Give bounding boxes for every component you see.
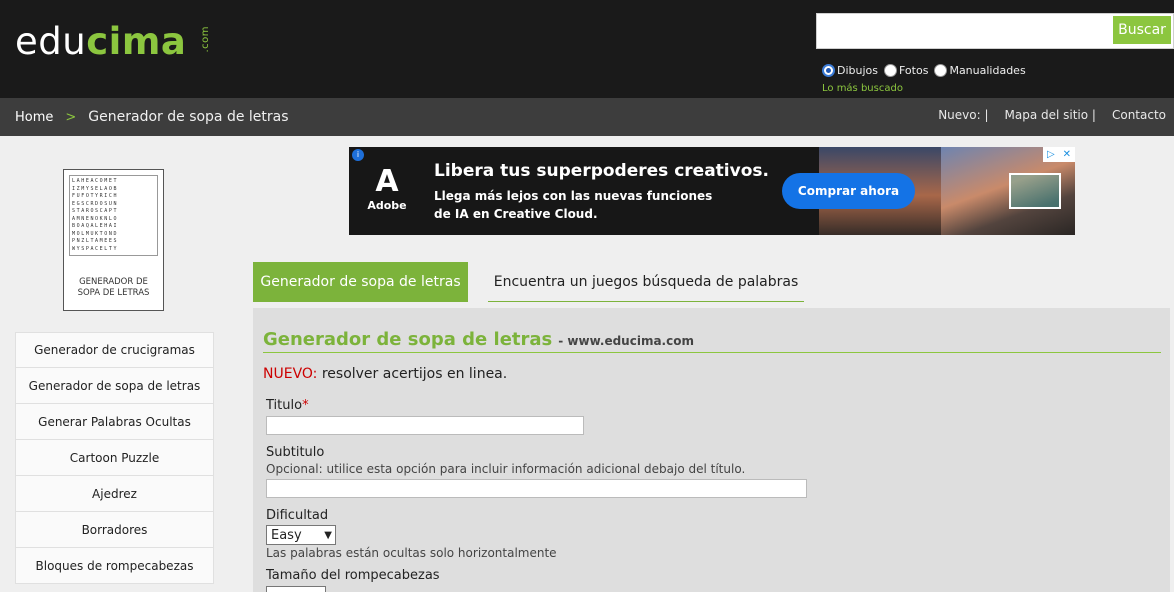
- search-input[interactable]: [821, 20, 1111, 42]
- dificultad-select[interactable]: Easy ▼: [266, 525, 336, 545]
- adobe-logo-text: Adobe: [367, 199, 407, 212]
- tamano-label: Tamaño del rompecabezas: [266, 568, 440, 583]
- thumb-row: IZMYSELAOB: [72, 185, 119, 192]
- wordsearch-thumbnail[interactable]: LAHEACOMET IZMYSELAOB FUFOTYRICH EGSCRDO…: [63, 169, 164, 311]
- titulo-label-text: Titulo: [266, 398, 303, 413]
- nuevo-link[interactable]: resolver acertijos en linea.: [317, 366, 507, 382]
- popular-link[interactable]: Lo más buscado: [822, 83, 903, 94]
- radio-manualidades[interactable]: Manualidades: [934, 63, 1026, 77]
- thumb-row: STAROSCAPT: [72, 208, 119, 214]
- logo-text-edu: edu: [15, 20, 87, 63]
- top-links: Nuevo: | Mapa del sitio | Contacto: [922, 98, 1166, 132]
- site-logo[interactable]: educima .com: [15, 20, 211, 64]
- logo-text-cima: cima: [86, 20, 187, 63]
- ad-subtext: Llega más lejos con las nuevas funciones…: [434, 187, 712, 223]
- tab-encuentra[interactable]: Encuentra un juegos búsqueda de palabras: [488, 262, 804, 302]
- nav-bar: Home > Generador de sopa de letras Nuevo…: [0, 98, 1174, 136]
- radio-manualidades-label: Manualidades: [949, 63, 1026, 77]
- ad-close-controls[interactable]: ▷ ✕: [1043, 147, 1075, 162]
- nuevo-notice: NUEVO: resolver acertijos en linea.: [263, 366, 507, 382]
- tab-generador[interactable]: Generador de sopa de letras: [253, 262, 468, 302]
- thumb-row: FUFOTYRICH: [72, 193, 119, 199]
- sidebar-item-cartoon-puzzle[interactable]: Cartoon Puzzle: [15, 440, 214, 476]
- form-panel: Generador de sopa de letras - www.educim…: [253, 308, 1170, 592]
- form-title-bar: Generador de sopa de letras - www.educim…: [263, 329, 1161, 353]
- adobe-logo-icon: A: [375, 164, 399, 199]
- nav-link-contacto[interactable]: Contacto: [1112, 108, 1166, 122]
- breadcrumb: Home > Generador de sopa de letras: [15, 98, 289, 136]
- sidebar-item-borradores[interactable]: Borradores: [15, 512, 214, 548]
- form-title: Generador de sopa de letras: [263, 329, 553, 350]
- radio-dibujos[interactable]: Dibujos: [822, 63, 878, 77]
- sidebar-item-sopa-de-letras[interactable]: Generador de sopa de letras: [15, 368, 214, 404]
- nav-link-sitemap[interactable]: Mapa del sitio |: [1005, 108, 1096, 122]
- breadcrumb-current: Generador de sopa de letras: [88, 109, 289, 125]
- breadcrumb-home[interactable]: Home: [15, 110, 53, 125]
- ad-cta-button[interactable]: Comprar ahora: [782, 173, 915, 209]
- form-site: - www.educima.com: [558, 334, 694, 348]
- dificultad-help: Las palabras están ocultas solo horizont…: [266, 546, 557, 560]
- ad-choices-icon[interactable]: i: [352, 149, 364, 161]
- close-icon[interactable]: ✕: [1063, 149, 1071, 160]
- search-category-radios: Dibujos Fotos Manualidades: [822, 62, 1032, 78]
- dificultad-label: Dificultad: [266, 508, 329, 523]
- ad-image-cursor: [1009, 173, 1061, 209]
- chevron-down-icon: ▼: [324, 529, 332, 541]
- ad-play-icon[interactable]: ▷: [1047, 149, 1055, 160]
- breadcrumb-separator: >: [65, 109, 77, 125]
- sidebar-item-palabras-ocultas[interactable]: Generar Palabras Ocultas: [15, 404, 214, 440]
- titulo-input[interactable]: [266, 416, 584, 435]
- logo-text-com: .com: [200, 26, 211, 53]
- thumb-row: MOLMUKTOND: [72, 230, 119, 237]
- subtitulo-label: Subtitulo: [266, 445, 325, 460]
- search-button[interactable]: Buscar: [1113, 16, 1171, 44]
- radio-fotos-label: Fotos: [899, 63, 929, 77]
- sidebar-item-crucigramas[interactable]: Generador de crucigramas: [15, 332, 214, 368]
- wordsearch-thumbnail-grid: LAHEACOMET IZMYSELAOB FUFOTYRICH EGSCRDO…: [69, 175, 158, 256]
- nuevo-label: NUEVO:: [263, 366, 318, 382]
- thumb-row: WYSPACELTY: [72, 245, 119, 252]
- tamano-select[interactable]: [266, 586, 326, 592]
- thumb-row: AMNENOKNLO: [72, 215, 119, 222]
- subtitulo-input[interactable]: [266, 479, 807, 498]
- radio-fotos-circle[interactable]: [884, 63, 897, 77]
- sidebar-menu: Generador de crucigramas Generador de so…: [15, 332, 214, 584]
- thumb-row: LAHEACOMET: [72, 178, 119, 184]
- nav-link-nuevo[interactable]: Nuevo: |: [938, 108, 988, 122]
- sidebar-item-rompecabezas[interactable]: Bloques de rompecabezas: [15, 548, 214, 584]
- thumb-row: BOAQALEHAI: [72, 223, 119, 229]
- radio-manualidades-circle[interactable]: [934, 63, 948, 77]
- dificultad-value: Easy: [271, 527, 302, 543]
- ad-subtext-line1: Llega más lejos con las nuevas funciones: [434, 189, 713, 203]
- ad-headline: Libera tus superpoderes creativos.: [434, 161, 769, 181]
- thumbnail-label-line2: SOPA DE LETRAS: [77, 288, 150, 298]
- thumb-row: PNZLTAMEES: [72, 238, 119, 244]
- thumbnail-label: GENERADOR DE SOPA DE LETRAS: [64, 277, 163, 299]
- sidebar-item-ajedrez[interactable]: Ajedrez: [15, 476, 214, 512]
- radio-dibujos-circle[interactable]: [822, 63, 835, 77]
- radio-fotos[interactable]: Fotos: [884, 63, 929, 77]
- thumb-row: EGSCRDOSUN: [72, 200, 119, 207]
- radio-dibujos-label: Dibujos: [837, 63, 878, 77]
- ad-banner[interactable]: i A Adobe Libera tus superpoderes creati…: [349, 147, 1075, 235]
- titulo-label: Titulo*: [266, 398, 309, 413]
- adobe-logo: A Adobe: [367, 165, 407, 217]
- thumbnail-label-line1: GENERADOR DE: [79, 277, 148, 287]
- required-mark: *: [302, 398, 309, 413]
- subtitulo-help: Opcional: utilice esta opción para inclu…: [266, 462, 746, 476]
- ad-subtext-line2: de IA en Creative Cloud.: [434, 207, 598, 221]
